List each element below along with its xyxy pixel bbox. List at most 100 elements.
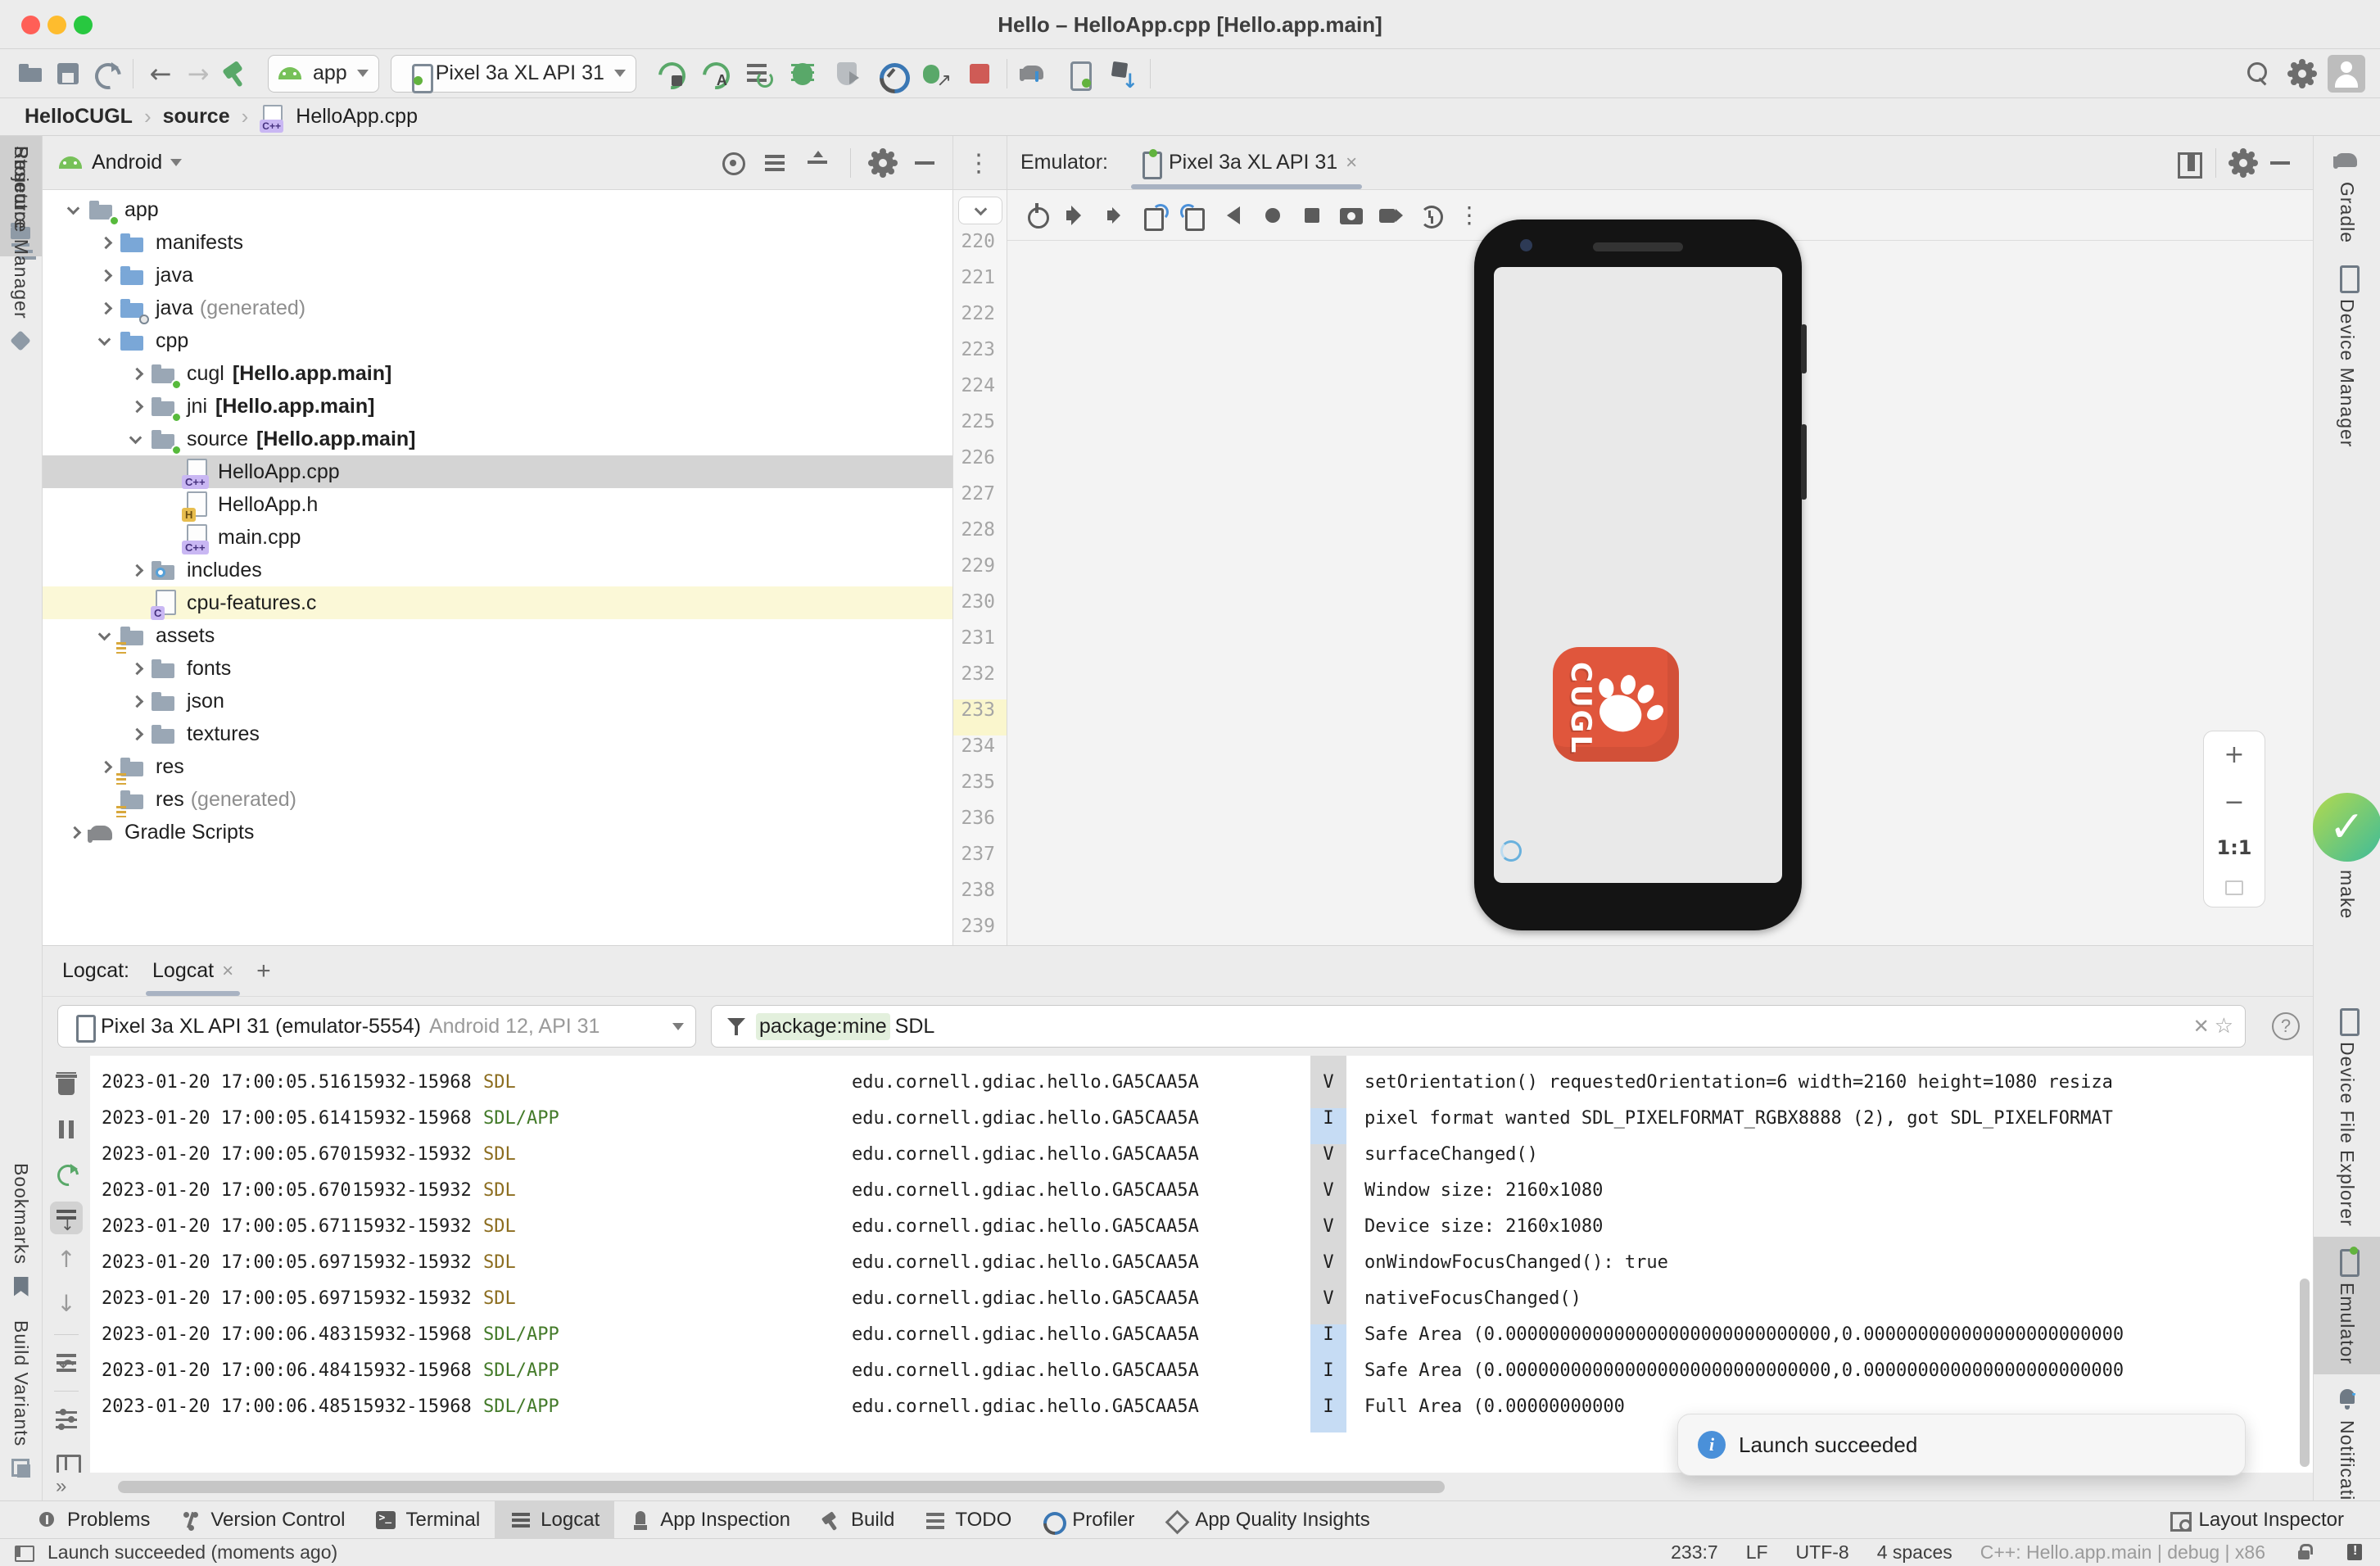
tool-window-button[interactable]: App Inspection — [614, 1501, 805, 1538]
tree-row[interactable]: includes — [43, 554, 952, 586]
log-row[interactable]: 2023-01-20 17:00:05.697 15932-15932 SDL … — [90, 1252, 2313, 1288]
line-number[interactable]: 221 — [953, 267, 1007, 303]
layout-inspector-button[interactable]: Layout Inspector — [2153, 1501, 2359, 1538]
collapse-lines-icon[interactable] — [50, 1346, 83, 1379]
toolbar-icon[interactable] — [651, 55, 689, 93]
breadcrumb-folder[interactable]: source — [163, 105, 230, 129]
tree-chevron-icon[interactable] — [124, 361, 149, 386]
fold-expand-button[interactable] — [958, 197, 1002, 224]
notification-balloon[interactable]: i Launch succeeded — [1677, 1414, 2246, 1476]
locate-icon[interactable] — [714, 144, 752, 182]
log-row[interactable]: 2023-01-20 17:00:05.426 15932-15968 SDL … — [90, 1056, 2313, 1072]
line-number[interactable]: 229 — [953, 555, 1007, 591]
tree-chevron-icon[interactable] — [124, 558, 149, 582]
gear-icon[interactable] — [864, 144, 902, 182]
chevron-down-icon[interactable] — [170, 159, 182, 166]
tree-row[interactable]: app — [43, 193, 952, 226]
target-device-selector[interactable]: Pixel 3a XL API 31 — [391, 55, 636, 93]
toolbar-right-icon[interactable] — [2283, 55, 2321, 93]
right-stripe-item[interactable]: Device File Explorer — [2314, 996, 2380, 1237]
right-stripe-item[interactable]: Device Manager — [2314, 253, 2380, 457]
status-message[interactable]: Launch succeeded (moments ago) — [48, 1541, 337, 1564]
left-stripe-item[interactable]: Resource Manager — [0, 136, 42, 365]
line-number[interactable]: 226 — [953, 447, 1007, 483]
logcat-device-selector[interactable]: Pixel 3a XL API 31 (emulator-5554) Andro… — [57, 1005, 696, 1048]
emulator-toolbar-icon[interactable] — [1373, 197, 1409, 233]
tree-row[interactable]: java (generated) — [43, 292, 952, 324]
tree-chevron-icon[interactable] — [93, 787, 118, 812]
vertical-scrollbar[interactable] — [2300, 1279, 2310, 1467]
line-number[interactable]: 228 — [953, 519, 1007, 555]
toolbar-icon[interactable] — [740, 55, 777, 93]
right-stripe-item[interactable]: Emulator — [2314, 1237, 2380, 1374]
file-encoding[interactable]: UTF-8 — [1796, 1541, 1849, 1564]
toolbar-icon[interactable] — [1016, 55, 1053, 93]
log-row[interactable]: 2023-01-20 17:00:05.516 15932-15968 SDL … — [90, 1072, 2313, 1108]
log-row[interactable]: 2023-01-20 17:00:05.670 15932-15932 SDL … — [90, 1180, 2313, 1216]
emulator-toolbar-icon[interactable] — [1294, 197, 1330, 233]
toolbar-icon[interactable] — [916, 55, 954, 93]
add-tab-icon[interactable]: + — [256, 957, 271, 985]
line-number[interactable]: 225 — [953, 411, 1007, 447]
toolbar-icon[interactable] — [872, 55, 910, 93]
tree-chevron-icon[interactable] — [93, 623, 118, 648]
restart-logcat-icon[interactable] — [50, 1157, 83, 1190]
line-number[interactable]: 232 — [953, 663, 1007, 699]
tree-chevron-icon[interactable] — [62, 197, 87, 222]
tree-row[interactable]: fonts — [43, 652, 952, 685]
tree-chevron-icon[interactable] — [124, 394, 149, 419]
toolbar-right-icon[interactable] — [2239, 55, 2277, 93]
tree-chevron-icon[interactable] — [93, 754, 118, 779]
line-number[interactable]: 227 — [953, 483, 1007, 519]
tree-row[interactable]: Gradle Scripts — [43, 816, 952, 849]
toolbar-icon[interactable] — [961, 55, 998, 93]
emulator-toolbar-icon[interactable] — [1176, 197, 1212, 233]
zoom-in-button[interactable]: + — [2224, 743, 2244, 767]
tool-window-toggle-icon[interactable] — [13, 1542, 34, 1564]
minimize-window-button[interactable] — [48, 16, 66, 34]
tree-chevron-icon[interactable] — [156, 525, 180, 550]
expand-all-icon[interactable] — [757, 144, 794, 182]
tree-row[interactable]: textures — [43, 717, 952, 750]
toolbar-icon[interactable] — [1104, 55, 1142, 93]
line-ending[interactable]: LF — [1746, 1541, 1768, 1564]
build-hammer-icon[interactable] — [217, 55, 255, 93]
clear-filter-icon[interactable]: ✕ — [2193, 1015, 2210, 1039]
toolbar-icon[interactable] — [784, 55, 821, 93]
collapse-all-icon[interactable] — [799, 144, 837, 182]
logcat-tab[interactable]: Logcat × — [146, 946, 240, 996]
more-toolbar-items-icon[interactable]: » — [56, 1475, 66, 1498]
help-icon[interactable]: ? — [2272, 1012, 2300, 1040]
tree-row[interactable]: json — [43, 685, 952, 717]
previous-occurrence-icon[interactable]: ↑ — [50, 1246, 83, 1279]
line-number[interactable]: 237 — [953, 844, 1007, 880]
emulator-toolbar-icon[interactable] — [1412, 197, 1448, 233]
tree-row[interactable]: res — [43, 750, 952, 783]
log-row[interactable]: 2023-01-20 17:00:05.670 15932-15932 SDL … — [90, 1144, 2313, 1180]
soft-wrap-icon[interactable] — [50, 1202, 83, 1234]
tree-row[interactable]: cpu-features.c — [43, 586, 952, 619]
favorite-filter-icon[interactable]: ☆ — [2215, 1014, 2233, 1039]
left-stripe-item[interactable]: Build Variants — [0, 1310, 42, 1492]
zoom-out-button[interactable]: − — [2224, 790, 2244, 815]
log-row[interactable]: 2023-01-20 17:00:06.483 15932-15968 SDL/… — [90, 1324, 2313, 1360]
tree-chevron-icon[interactable] — [93, 230, 118, 255]
tree-chevron-icon[interactable] — [124, 591, 149, 615]
emulator-toolbar-icon[interactable] — [1255, 197, 1291, 233]
gear-icon[interactable] — [2224, 144, 2262, 182]
logcat-filter-input[interactable]: package:mine SDL ✕ ☆ — [711, 1005, 2246, 1048]
left-stripe-item[interactable]: Bookmarks — [0, 1153, 42, 1310]
toolbar-icon[interactable] — [87, 55, 124, 93]
fit-to-window-button[interactable] — [2225, 880, 2243, 895]
editor-options-icon[interactable]: ⋮ — [960, 144, 998, 182]
tree-row[interactable]: cugl [Hello.app.main] — [43, 357, 952, 390]
caret-position[interactable]: 233:7 — [1671, 1541, 1718, 1564]
line-number[interactable]: 220 — [953, 231, 1007, 267]
tree-row[interactable]: HelloApp.cpp — [43, 455, 952, 488]
tree-row[interactable]: assets — [43, 619, 952, 652]
line-number[interactable]: 222 — [953, 303, 1007, 339]
line-number[interactable]: 223 — [953, 339, 1007, 375]
configure-logcat-icon[interactable] — [50, 1403, 83, 1436]
line-number[interactable]: 224 — [953, 375, 1007, 411]
tree-chevron-icon[interactable] — [124, 427, 149, 451]
